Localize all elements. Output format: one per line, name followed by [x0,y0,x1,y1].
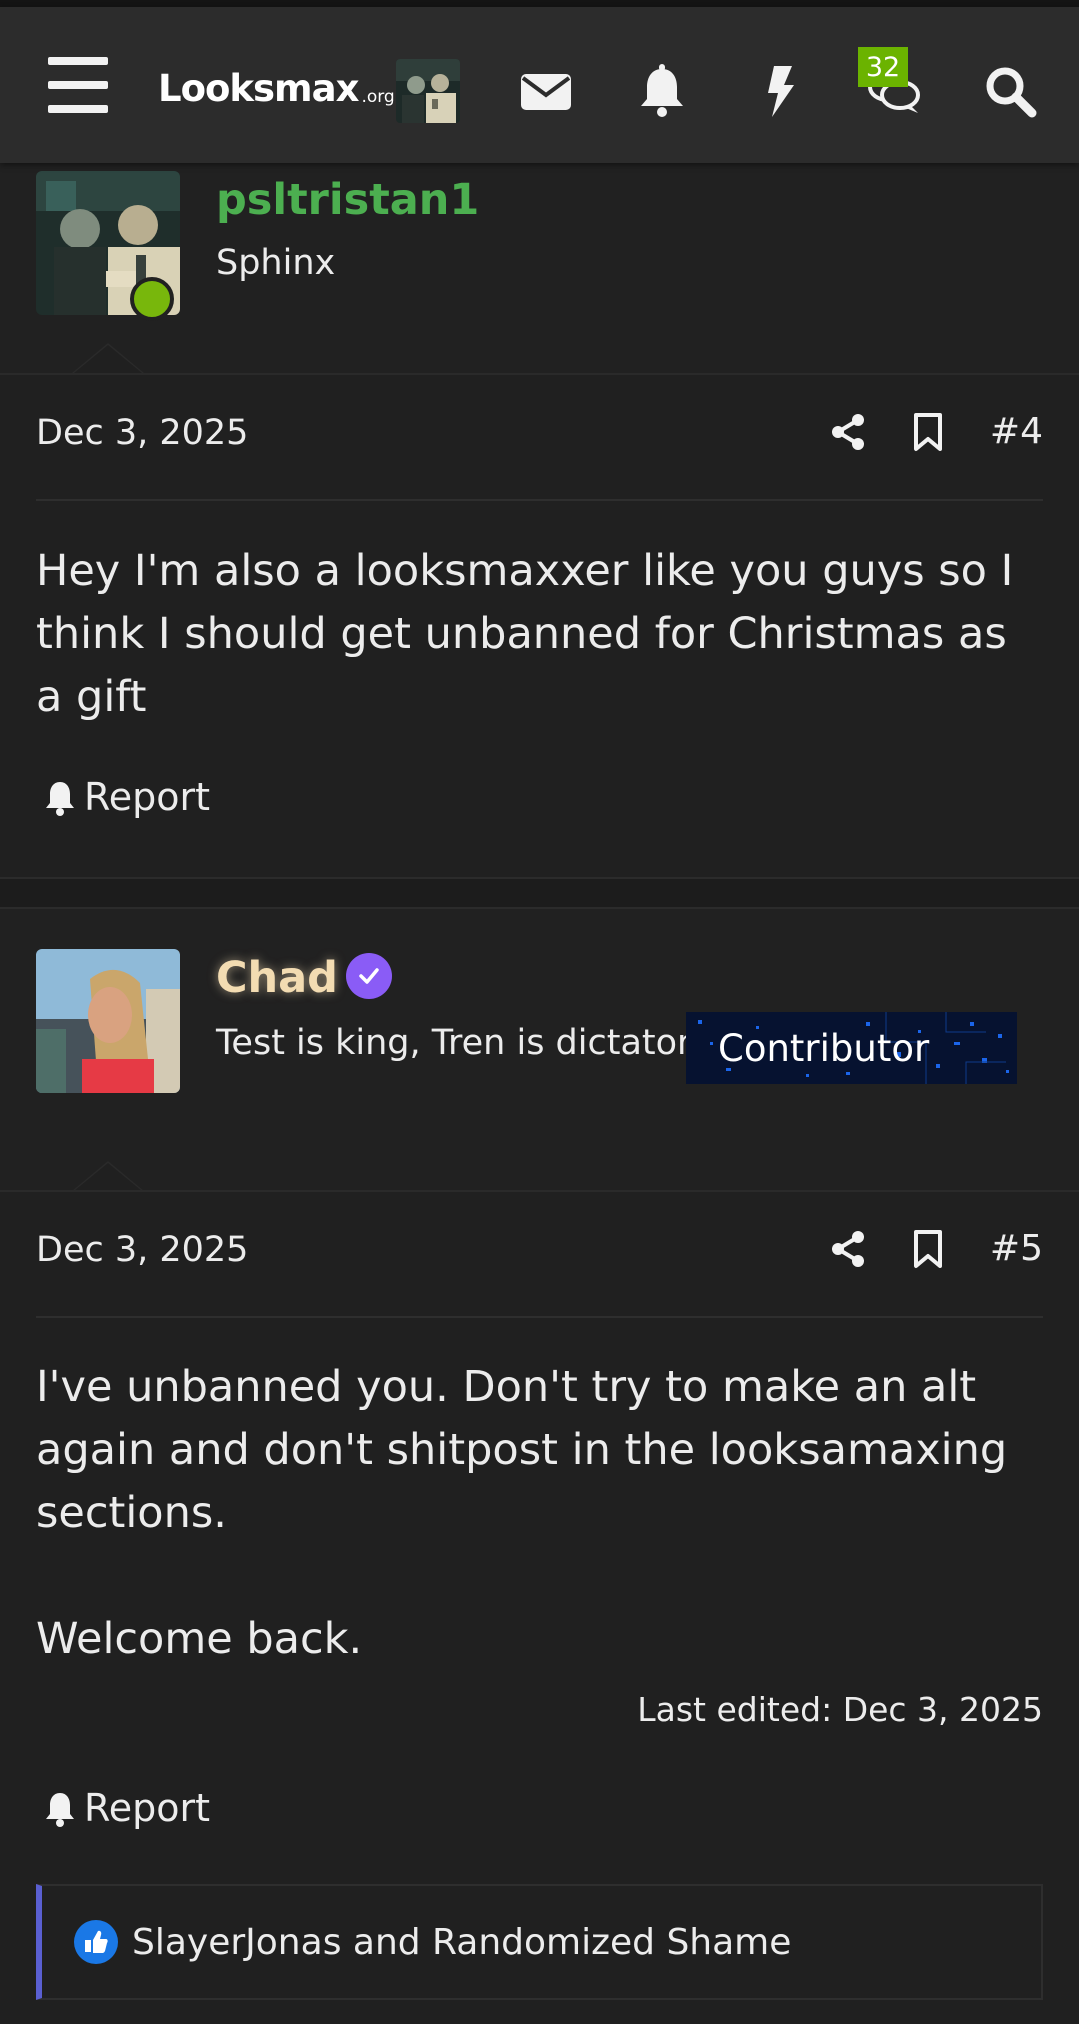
thumbs-up-icon [74,1920,118,1964]
post-separator [0,877,1079,909]
divider [36,1316,1043,1318]
reactions-text: SlayerJonas and Randomized Shame [132,1921,792,1963]
bell-icon [46,782,74,816]
search-icon[interactable] [980,61,1040,121]
online-status-dot [130,277,174,321]
post-4-body: Dec 3, 2025 #4 Hey I'm also a looksmaxxe… [0,373,1079,877]
post-date[interactable]: Dec 3, 2025 [36,413,248,453]
share-icon[interactable] [830,1229,866,1269]
post-message: I've unbanned you. Don't try to make an … [36,1356,1043,1671]
post-message: Hey I'm also a looksmaxxer like you guys… [36,546,1014,722]
report-label: Report [84,775,210,819]
top-navbar: Looksmax .org 32 [0,7,1079,163]
last-edited-note[interactable]: Last edited: Dec 3, 2025 [637,1690,1043,1729]
post-pointer [72,343,144,373]
contributor-label: Contributor [718,1026,930,1070]
post-paragraph: I've unbanned you. Don't try to make an … [36,1362,1008,1538]
logo-main: Looksmax [158,66,359,110]
bookmark-icon[interactable] [910,412,946,452]
post-username[interactable]: psltristan1 [216,175,479,225]
post-5-author-block: Chad Test is king, Tren is dictator. Con… [0,909,1079,1191]
report-label: Report [84,1786,210,1830]
contributor-banner: Contributor [686,1012,1017,1084]
post-number-link[interactable]: #4 [990,411,1043,452]
post-pointer [72,1161,144,1191]
bell-icon [46,1793,74,1827]
menu-icon[interactable] [48,57,108,113]
divider [36,499,1043,501]
post-username[interactable]: Chad [216,953,338,1003]
avatar[interactable] [36,949,180,1093]
bookmark-icon[interactable] [910,1229,946,1269]
post-actions: #4 [830,411,1043,452]
report-link[interactable]: Report [42,1786,210,1830]
post-4-author-block: psltristan1 Sphinx [0,163,1079,373]
report-link[interactable]: Report [42,775,210,819]
user-title: Sphinx [216,243,336,283]
bell-icon[interactable] [632,61,692,121]
envelope-icon[interactable] [516,61,576,121]
conversations-badge: 32 [858,47,908,87]
top-strip [0,0,1079,7]
bolt-icon[interactable] [750,61,810,121]
reactions-bar[interactable]: SlayerJonas and Randomized Shame [36,1884,1043,2000]
site-logo[interactable]: Looksmax .org [158,63,395,113]
post-number-link[interactable]: #5 [990,1228,1043,1269]
user-title: Test is king, Tren is dictator. [216,1023,700,1063]
share-icon[interactable] [830,412,866,452]
account-avatar[interactable] [396,59,460,123]
post-actions: #5 [830,1228,1043,1269]
post-date[interactable]: Dec 3, 2025 [36,1230,248,1270]
post-5-body: Dec 3, 2025 #5 I've unbanned you. Don't … [0,1190,1079,2024]
post-paragraph: Welcome back. [36,1614,363,1664]
logo-tld: .org [361,87,395,107]
verified-badge-icon [346,953,392,999]
